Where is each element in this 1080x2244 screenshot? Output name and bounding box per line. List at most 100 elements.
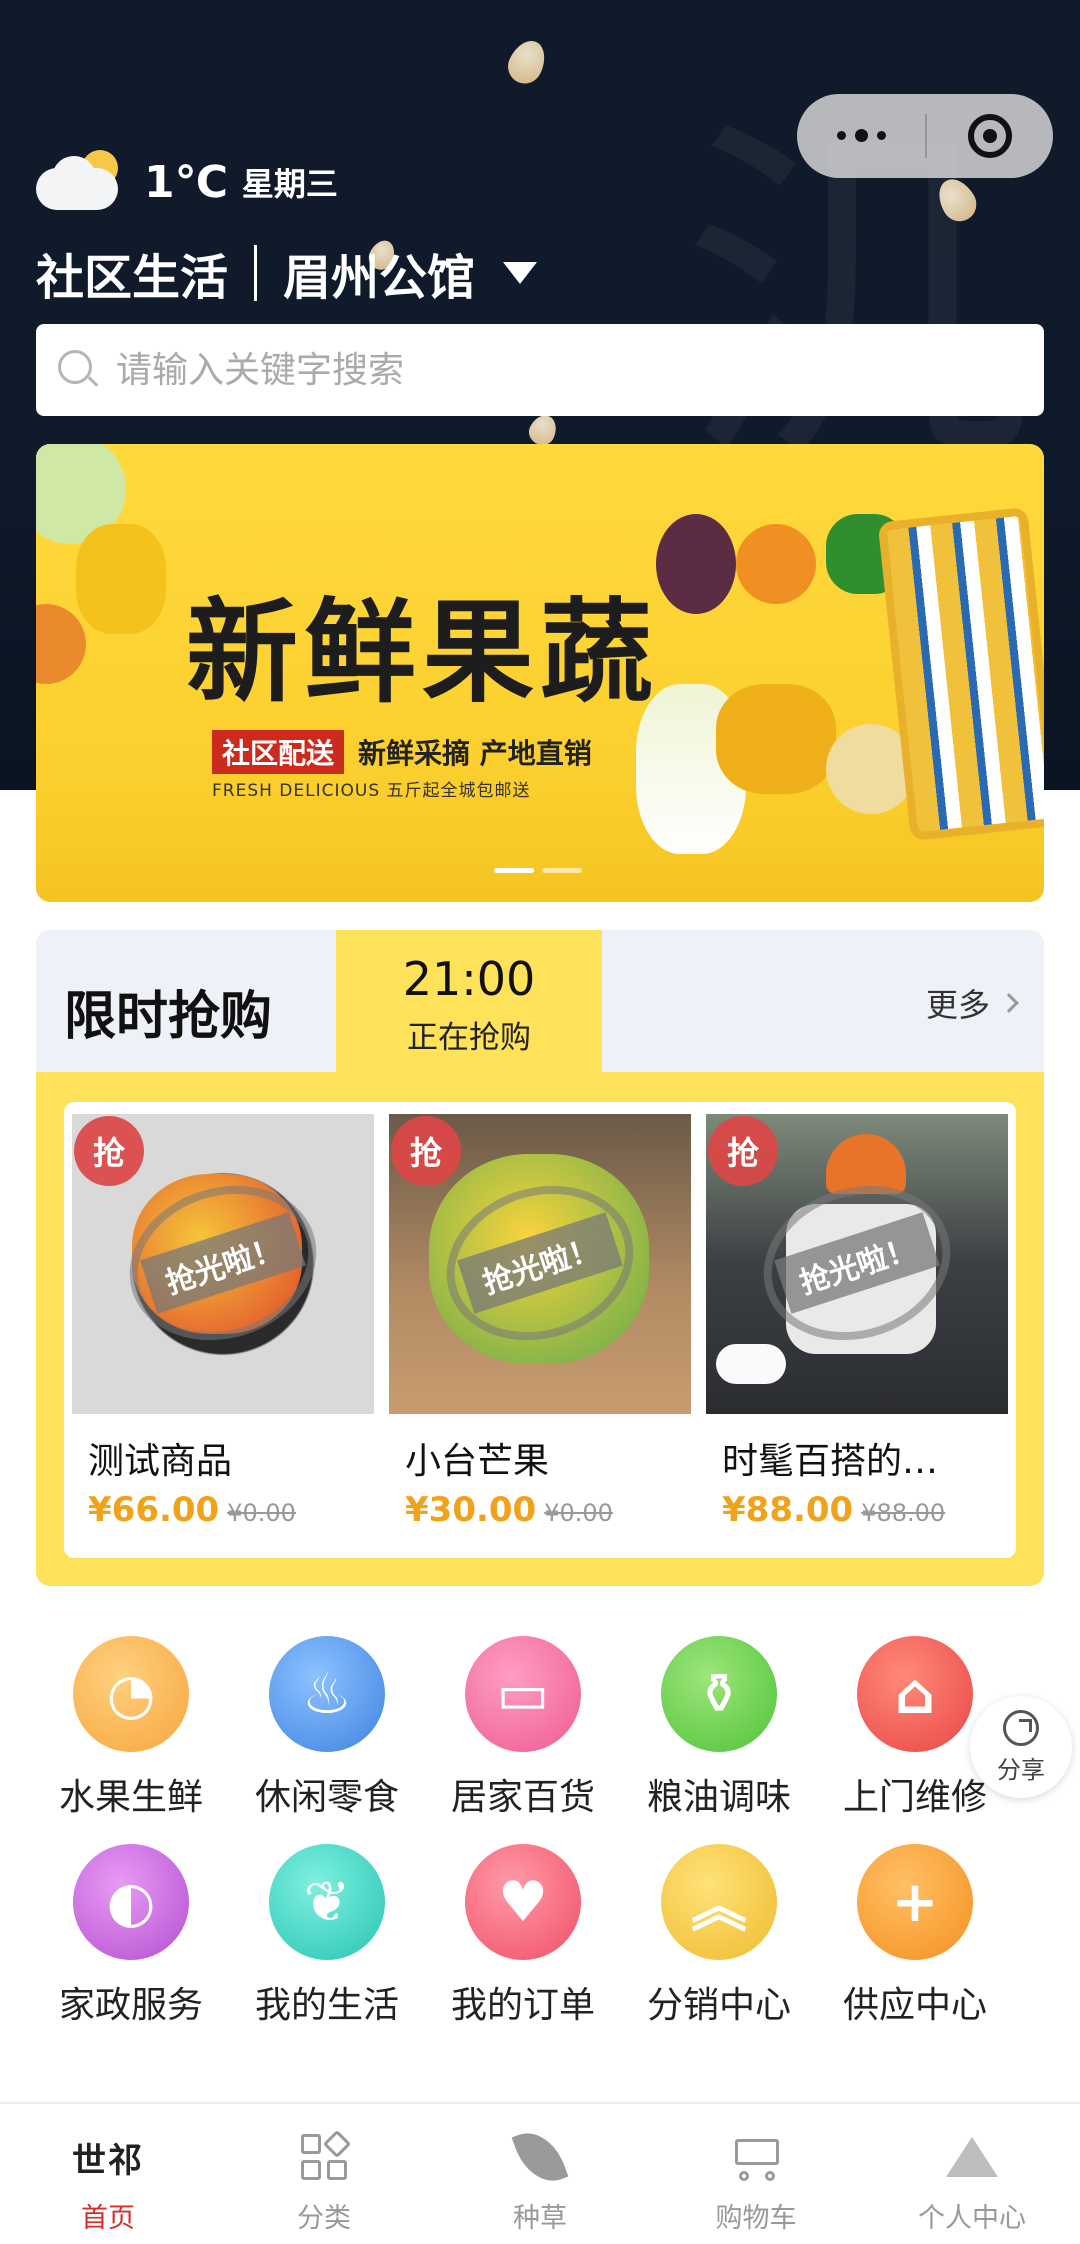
yellow-pepper-image	[716, 684, 836, 794]
category-fruit-fresh[interactable]: ◔ 水果生鲜	[36, 1636, 226, 1820]
product-price: ¥30.00	[405, 1490, 537, 1530]
cart-icon	[648, 2126, 864, 2188]
leaf-icon	[432, 2123, 648, 2191]
tab-category[interactable]: 分类	[216, 2104, 432, 2244]
flash-sale-section: 限时抢购 21:00 正在抢购 更多 抢 抢光啦！ 测试商品 ¥66.00 ¥0…	[36, 930, 1044, 1586]
category-label: 供应中心	[842, 1985, 987, 2026]
flash-sale-header: 限时抢购 21:00 正在抢购 更多	[36, 930, 1044, 1072]
product-card[interactable]: 抢 抢光啦！ 小台芒果 ¥30.00 ¥0.00	[389, 1114, 691, 1530]
divider	[254, 245, 258, 301]
carousel-indicator	[494, 868, 582, 873]
caret-down-icon[interactable]	[503, 262, 538, 284]
time-slot-tab[interactable]: 21:00 正在抢购	[336, 930, 602, 1072]
tab-label: 购物车	[715, 2203, 797, 2234]
plus-icon: +	[857, 1844, 973, 1960]
time-slot-state: 正在抢购	[407, 1020, 531, 1056]
category-my-life[interactable]: ❦ 我的生活	[232, 1844, 422, 2028]
bottles-icon: ⚱	[661, 1636, 777, 1752]
orange-image	[36, 604, 86, 684]
tab-label: 首页	[81, 2203, 135, 2234]
product-price: ¥66.00	[88, 1490, 220, 1530]
tab-label: 个人中心	[918, 2203, 1026, 2234]
chevrons-up-icon: ︽	[661, 1844, 777, 1960]
product-original-price: ¥0.00	[227, 1499, 296, 1527]
product-image: 抢 抢光啦！	[389, 1114, 691, 1414]
product-name: 小台芒果	[405, 1441, 550, 1482]
cupcake-icon: ♨	[269, 1636, 385, 1752]
target-icon	[968, 114, 1012, 158]
community-name[interactable]: 眉州公馆	[283, 238, 475, 308]
category-housekeeping[interactable]: ◐ 家政服务	[36, 1844, 226, 2028]
bottom-tab-bar: 世祁 首页 分类 种草 购物车 个人中心	[0, 2102, 1080, 2244]
more-menu-button[interactable]	[797, 128, 925, 142]
tissue-icon: ▭	[465, 1636, 581, 1752]
banner-chip: 社区配送	[212, 730, 345, 774]
grab-badge: 抢	[708, 1116, 778, 1186]
time-slot-time: 21:00	[402, 952, 536, 1006]
brand-logo-icon: 世祁	[0, 2126, 216, 2188]
close-miniprogram-button[interactable]	[927, 114, 1053, 158]
product-image: 抢 抢光啦！	[72, 1114, 374, 1414]
sold-out-stamp: 抢光啦！	[109, 1162, 337, 1364]
banner-headline: 新鲜果蔬	[186, 587, 658, 718]
product-card[interactable]: 抢 抢光啦！ 时髦百搭的… ¥88.00 ¥88.00	[706, 1114, 1008, 1530]
search-input[interactable]	[116, 349, 996, 391]
weekday: 星期三	[241, 165, 338, 203]
category-label: 居家百货	[450, 1777, 595, 1818]
heart-icon: ♥	[465, 1844, 581, 1960]
tab-profile[interactable]: 个人中心	[864, 2104, 1080, 2244]
tab-cart[interactable]: 购物车	[648, 2104, 864, 2244]
chevron-right-icon	[999, 993, 1019, 1013]
promo-banner[interactable]: 新鲜果蔬 社区配送 新鲜采摘 产地直销 FRESH DELICIOUS 五斤起全…	[36, 444, 1044, 902]
tab-label: 分类	[297, 2203, 351, 2234]
sold-out-stamp: 抢光啦！	[743, 1162, 971, 1364]
category-label: 分销中心	[646, 1985, 791, 2026]
tab-discover[interactable]: 种草	[432, 2104, 648, 2244]
product-card[interactable]: 抢 抢光啦！ 测试商品 ¥66.00 ¥0.00	[72, 1114, 374, 1530]
category-distribution[interactable]: ︽ 分销中心	[624, 1844, 814, 2028]
category-my-orders[interactable]: ♥ 我的订单	[428, 1844, 618, 2028]
petal-decoration	[502, 34, 552, 90]
more-label: 更多	[925, 986, 990, 1024]
community-label: 社区生活	[36, 250, 229, 306]
category-household[interactable]: ▭ 居家百货	[428, 1636, 618, 1820]
share-button[interactable]: 分享	[970, 1696, 1072, 1798]
banner-tagline-text: 新鲜采摘 产地直销	[358, 737, 592, 770]
product-shelf: 抢 抢光啦！ 测试商品 ¥66.00 ¥0.00 抢 抢光啦！ 小台芒果 ¥30…	[64, 1102, 1016, 1558]
search-bar[interactable]	[36, 324, 1044, 416]
product-name: 测试商品	[88, 1441, 233, 1482]
carousel-dot	[542, 868, 582, 873]
category-label: 家政服务	[58, 1985, 203, 2026]
flash-sale-title: 限时抢购	[64, 987, 273, 1047]
product-image: 抢 抢光啦！	[706, 1114, 1008, 1414]
eggplant-image	[656, 514, 736, 614]
weather-widget: 1℃ 星期三	[36, 150, 338, 214]
tab-home[interactable]: 世祁 首页	[0, 2104, 216, 2244]
category-label: 粮油调味	[646, 1777, 791, 1818]
category-grain-oil[interactable]: ⚱ 粮油调味	[624, 1636, 814, 1820]
community-selector[interactable]: 社区生活 眉州公馆	[36, 238, 538, 308]
share-icon	[1003, 1710, 1039, 1746]
more-link[interactable]: 更多	[925, 980, 1019, 1026]
vacuum-icon: ◐	[73, 1844, 189, 1960]
grab-badge: 抢	[391, 1116, 461, 1186]
category-snacks[interactable]: ♨ 休闲零食	[232, 1636, 422, 1820]
leaf-icon: ❦	[269, 1844, 385, 1960]
category-supply[interactable]: + 供应中心	[820, 1844, 1010, 2028]
banner-subline: FRESH DELICIOUS 五斤起全城包邮送	[212, 781, 531, 801]
category-label: 休闲零食	[254, 1777, 399, 1818]
share-label: 分享	[997, 1756, 1045, 1784]
orange-image	[736, 524, 816, 604]
pepper-image	[76, 524, 166, 634]
product-prices: ¥88.00 ¥88.00	[722, 1490, 1008, 1530]
category-label: 我的订单	[450, 1985, 595, 2026]
banner-tagline: 社区配送 新鲜采摘 产地直销	[212, 730, 592, 774]
orange-icon: ◔	[73, 1636, 189, 1752]
carousel-dot	[494, 868, 534, 873]
product-name: 时髦百搭的…	[722, 1441, 939, 1482]
sold-out-text: 抢光啦！	[140, 1212, 306, 1314]
temperature: 1℃	[144, 156, 228, 208]
product-original-price: ¥88.00	[861, 1499, 946, 1527]
category-label: 我的生活	[254, 1985, 399, 2026]
product-prices: ¥30.00 ¥0.00	[405, 1490, 691, 1530]
